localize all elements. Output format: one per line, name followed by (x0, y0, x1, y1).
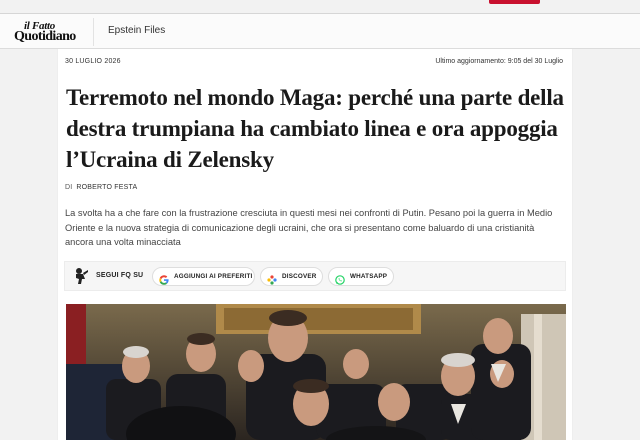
header-divider (93, 18, 94, 46)
discover-icon (267, 272, 277, 285)
article-last-updated: Ultimo aggiornamento: 9:05 del 30 Luglio (435, 58, 563, 65)
article-date: 30 LUGLIO 2026 (65, 58, 121, 65)
add-to-favorites-button[interactable]: AGGIUNGI AI PREFERITI (152, 267, 255, 286)
discover-button[interactable]: DISCOVER (260, 267, 323, 286)
byline-prefix: DI (65, 184, 73, 191)
fq-mascot-icon (73, 267, 89, 285)
article-photo[interactable] (66, 304, 566, 440)
article-container: 30 LUGLIO 2026 Ultimo aggiornamento: 9:0… (57, 49, 573, 440)
site-header: il Fatto Quotidiano Epstein Files (0, 13, 640, 49)
nav-link-epstein-files[interactable]: Epstein Files (108, 25, 165, 36)
add-to-favorites-label: AGGIUNGI AI PREFERITI (174, 273, 253, 280)
follow-label: SEGUI FQ SU (96, 272, 144, 279)
whatsapp-icon (335, 272, 345, 285)
article-byline: DI ROBERTO FESTA (65, 184, 137, 191)
whatsapp-button[interactable]: WHATSAPP (328, 267, 394, 286)
article-headline: Terremoto nel mondo Maga: perché una par… (66, 85, 564, 172)
article-summary: La svolta ha a che fare con la frustrazi… (65, 208, 553, 247)
logo-line-2: Quotidiano (14, 29, 76, 44)
follow-bar: SEGUI FQ SU AGGIUNGI AI PREFERITI DISCOV… (64, 261, 566, 291)
browser-top-strip (0, 0, 640, 12)
whatsapp-label: WHATSAPP (350, 273, 388, 280)
google-icon (159, 272, 169, 285)
author-link[interactable]: ROBERTO FESTA (76, 184, 137, 191)
site-logo[interactable]: il Fatto Quotidiano (14, 20, 82, 46)
top-red-button[interactable] (489, 0, 540, 4)
discover-label: DISCOVER (282, 273, 317, 280)
